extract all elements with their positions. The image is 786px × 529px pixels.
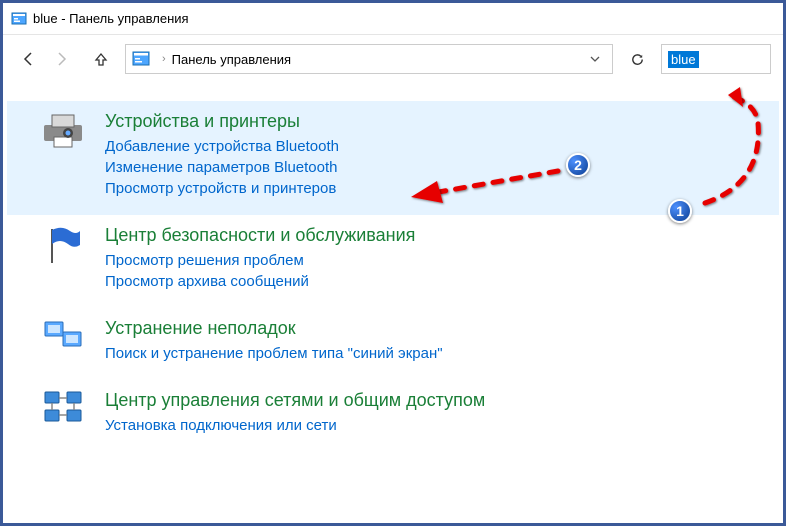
result-title[interactable]: Центр управления сетями и общим доступом — [105, 390, 745, 411]
printer-icon — [41, 111, 85, 151]
breadcrumb-chevron-icon: › — [162, 53, 166, 65]
address-dropdown-icon[interactable] — [584, 51, 606, 67]
search-input[interactable]: blue — [661, 44, 771, 74]
result-title[interactable]: Устройства и принтеры — [105, 111, 745, 132]
up-button[interactable] — [87, 45, 115, 73]
back-button[interactable] — [15, 45, 43, 73]
annotation-badge-1: 1 — [668, 199, 692, 223]
result-network-sharing: Центр управления сетями и общим доступом… — [7, 380, 779, 452]
address-bar[interactable]: › Панель управления — [125, 44, 613, 74]
breadcrumb-text: Панель управления — [172, 52, 584, 67]
network-icon — [41, 390, 85, 430]
control-panel-icon — [11, 11, 27, 27]
result-security-maintenance: Центр безопасности и обслуживания Просмо… — [7, 215, 779, 308]
result-link[interactable]: Изменение параметров Bluetooth — [105, 159, 745, 176]
result-link[interactable]: Установка подключения или сети — [105, 417, 745, 434]
toolbar: › Панель управления blue — [3, 35, 783, 83]
forward-button[interactable] — [47, 45, 75, 73]
search-value: blue — [668, 51, 699, 68]
titlebar: blue - Панель управления — [3, 3, 783, 35]
annotation-badge-2: 2 — [566, 153, 590, 177]
result-link[interactable]: Поиск и устранение проблем типа "синий э… — [105, 345, 745, 362]
result-link[interactable]: Просмотр архива сообщений — [105, 273, 745, 290]
result-troubleshooting: Устранение неполадок Поиск и устранение … — [7, 308, 779, 380]
refresh-button[interactable] — [623, 45, 651, 73]
result-devices-printers: Устройства и принтеры Добавление устройс… — [7, 101, 779, 215]
result-link[interactable]: Просмотр устройств и принтеров — [105, 180, 745, 197]
flag-icon — [41, 225, 85, 265]
troubleshoot-icon — [41, 318, 85, 358]
result-title[interactable]: Центр безопасности и обслуживания — [105, 225, 745, 246]
window-title: blue - Панель управления — [33, 11, 189, 26]
result-link[interactable]: Добавление устройства Bluetooth — [105, 138, 745, 155]
result-title[interactable]: Устранение неполадок — [105, 318, 745, 339]
search-results: Устройства и принтеры Добавление устройс… — [3, 83, 783, 452]
control-panel-icon — [132, 50, 150, 68]
result-link[interactable]: Просмотр решения проблем — [105, 252, 745, 269]
